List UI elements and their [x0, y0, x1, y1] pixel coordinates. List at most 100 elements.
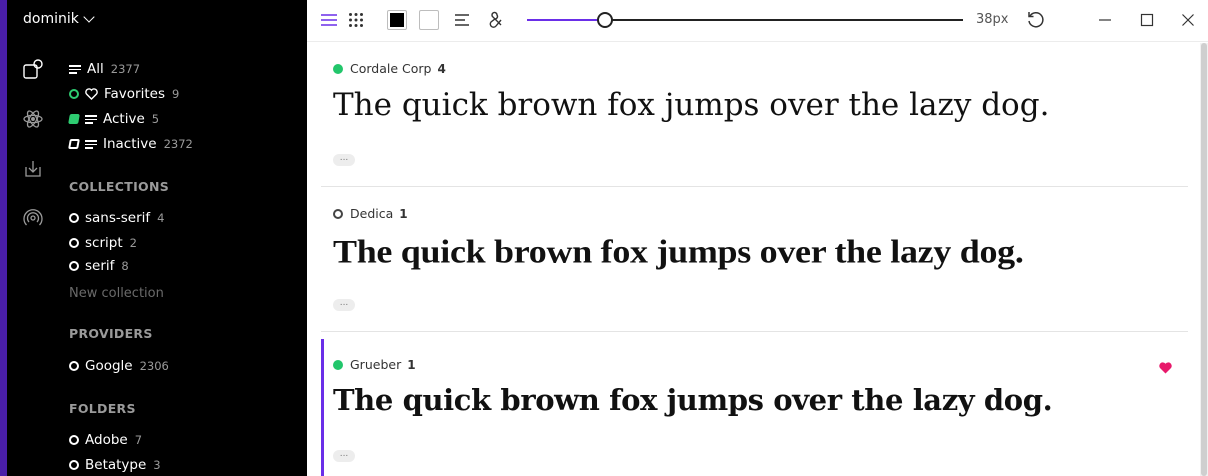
font-sample-text[interactable]: The quick brown fox jumps over the lazy …	[333, 232, 1024, 271]
font-sample-text[interactable]: The quick brown fox jumps over the lazy …	[333, 383, 1053, 417]
download-rail-button[interactable]	[21, 157, 45, 181]
sidebar-item-label: script	[85, 235, 123, 251]
chevron-down-icon	[83, 11, 95, 23]
font-sample-text[interactable]: The quick brown fox jumps over the lazy …	[333, 87, 1049, 123]
active-square-icon	[68, 114, 80, 124]
sidebar: dominik All 2377 Favorites 9 Active 5 In…	[7, 0, 307, 476]
new-collection-input[interactable]: New collection	[69, 286, 164, 301]
sidebar-item-label: Adobe	[85, 432, 128, 448]
sidebar-item-collection[interactable]: script 2	[69, 233, 137, 253]
sidebar-item-count: 5	[151, 112, 160, 126]
ring-icon	[69, 361, 79, 371]
font-card-header: Cordale Corp 4	[333, 61, 446, 76]
font-style-count: 1	[407, 357, 416, 372]
active-dot-icon[interactable]	[333, 359, 343, 370]
list-view-button[interactable]	[319, 9, 339, 31]
accent-strip	[0, 0, 7, 476]
font-card[interactable]: Cordale Corp 4 The quick brown fox jumps…	[321, 43, 1188, 187]
font-card[interactable]: Dedica 1 The quick brown fox jumps over …	[321, 188, 1188, 332]
user-menu[interactable]: dominik	[23, 11, 95, 27]
list-icon	[85, 114, 97, 124]
sidebar-item-label: sans-serif	[85, 210, 151, 226]
user-name: dominik	[23, 11, 79, 27]
heart-outline-icon	[85, 88, 98, 100]
sidebar-item-count: 3	[153, 458, 161, 472]
sidebar-item-folder[interactable]: Adobe 7	[69, 430, 142, 450]
inactive-ring-icon[interactable]	[333, 208, 343, 219]
active-dot-icon[interactable]	[333, 63, 343, 74]
font-style-count: 1	[399, 206, 408, 221]
reset-icon	[1028, 12, 1044, 28]
sidebar-item-count: 2	[129, 236, 137, 250]
foreground-color-button[interactable]	[386, 9, 408, 31]
download-icon	[25, 161, 41, 177]
maximize-button[interactable]	[1136, 9, 1158, 31]
sidebar-item-label: Inactive	[103, 136, 157, 152]
sidebar-item-label: All	[87, 61, 104, 77]
broadcast-icon	[23, 209, 43, 226]
more-button[interactable]: ...	[333, 299, 355, 311]
font-card-header: Grueber 1	[333, 357, 416, 372]
ring-icon	[69, 460, 79, 470]
atom-icon	[23, 110, 43, 128]
grid-view-button[interactable]	[346, 9, 366, 31]
foreground-swatch	[390, 13, 404, 27]
broadcast-rail-button[interactable]	[21, 206, 45, 230]
library-icon	[23, 59, 43, 79]
font-list: Cordale Corp 4 The quick brown fox jumps…	[321, 43, 1188, 476]
font-family-name[interactable]: Grueber	[350, 357, 401, 372]
sidebar-item-label: Active	[103, 111, 145, 127]
background-color-button[interactable]	[418, 9, 440, 31]
more-button[interactable]: ...	[333, 154, 355, 166]
sidebar-item-count: 2372	[163, 137, 193, 151]
ring-icon	[69, 213, 79, 223]
folders-heading: FOLDERS	[69, 401, 136, 416]
sidebar-item-collection[interactable]: sans-serif 4	[69, 208, 165, 228]
font-style-count: 4	[437, 61, 446, 76]
sidebar-item-all[interactable]: All 2377	[69, 59, 140, 79]
sidebar-item-count: 8	[121, 259, 129, 273]
sidebar-item-inactive[interactable]: Inactive 2372	[68, 134, 193, 154]
font-family-name[interactable]: Cordale Corp	[350, 61, 431, 76]
sidebar-item-label: Favorites	[104, 86, 165, 102]
background-swatch	[422, 13, 436, 27]
reset-button[interactable]	[1025, 9, 1047, 31]
size-slider-fill	[527, 19, 606, 21]
scrollbar[interactable]	[1200, 43, 1208, 476]
sidebar-item-provider[interactable]: Google 2306	[69, 356, 169, 376]
sidebar-item-active[interactable]: Active 5	[68, 109, 160, 129]
favorite-button[interactable]	[1159, 359, 1172, 378]
size-slider-handle[interactable]	[597, 12, 614, 28]
ampersand-icon	[489, 11, 502, 28]
font-family-name[interactable]: Dedica	[350, 206, 393, 221]
minimize-button[interactable]	[1094, 9, 1116, 31]
size-slider[interactable]	[527, 12, 963, 28]
ring-icon	[69, 238, 79, 248]
collections-heading: COLLECTIONS	[69, 179, 170, 194]
font-card-selected[interactable]: Grueber 1 The quick brown fox jumps over…	[321, 339, 1188, 476]
scrollbar-thumb[interactable]	[1201, 43, 1207, 476]
active-ring-icon	[69, 89, 79, 99]
inactive-square-icon	[68, 139, 80, 149]
font-card-header: Dedica 1	[333, 206, 408, 221]
more-button[interactable]: ...	[333, 450, 355, 462]
atom-rail-button[interactable]	[21, 107, 45, 131]
size-value: 38px	[976, 12, 1009, 27]
text-align-button[interactable]	[452, 9, 472, 31]
sidebar-item-favorites[interactable]: Favorites 9	[69, 84, 179, 104]
glyphs-button[interactable]	[485, 9, 507, 31]
sidebar-item-count: 2306	[139, 359, 169, 373]
close-button[interactable]	[1177, 9, 1199, 31]
heart-filled-icon	[1159, 362, 1172, 374]
sidebar-item-folder[interactable]: Betatype 3	[69, 455, 161, 475]
list-icon	[69, 64, 81, 74]
maximize-icon	[1140, 13, 1154, 27]
sidebar-item-collection[interactable]: serif 8	[69, 256, 129, 276]
sidebar-item-count: 2377	[110, 62, 141, 76]
ring-icon	[69, 435, 79, 445]
library-rail-button[interactable]	[21, 57, 45, 81]
sidebar-item-label: Betatype	[85, 457, 147, 473]
sidebar-item-count: 9	[171, 87, 180, 101]
grid-view-icon	[349, 13, 363, 27]
ring-icon	[69, 261, 79, 271]
